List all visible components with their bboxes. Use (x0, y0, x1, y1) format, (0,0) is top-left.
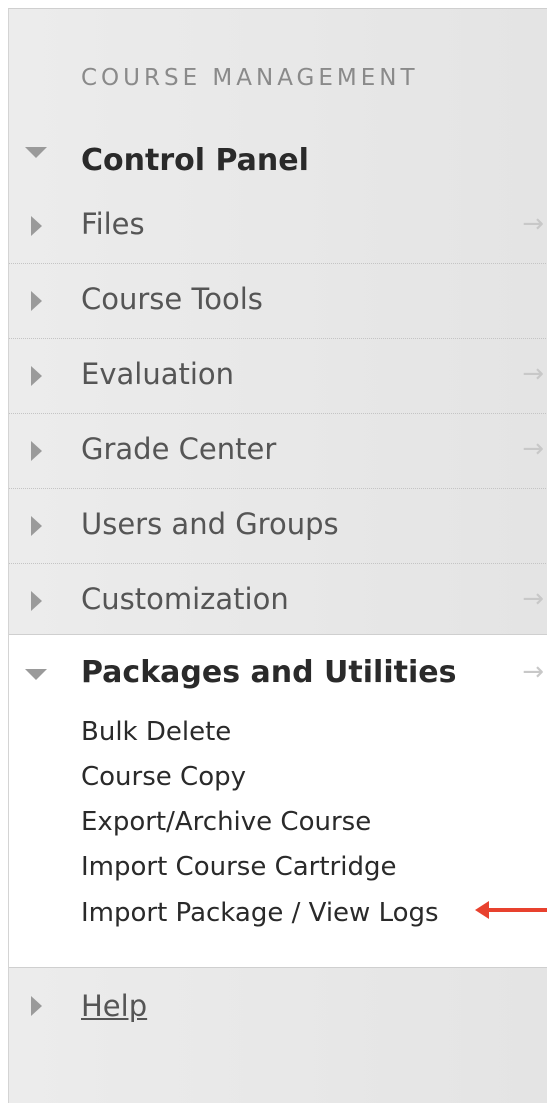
course-management-heading: COURSE MANAGEMENT (81, 65, 419, 91)
red-annotation-arrow-icon (475, 901, 547, 919)
help-link[interactable]: Help (81, 989, 147, 1023)
expand-triangle-icon[interactable] (31, 516, 42, 536)
bulk-delete-link[interactable]: Bulk Delete (81, 717, 231, 747)
menu-item-users-and-groups[interactable]: Users and Groups (9, 489, 547, 564)
course-copy-link[interactable]: Course Copy (81, 762, 246, 792)
menu-item-label: Users and Groups (81, 507, 339, 541)
right-arrow-icon[interactable]: → (522, 434, 544, 464)
expand-triangle-icon[interactable] (31, 996, 42, 1016)
menu-item-evaluation[interactable]: Evaluation → (9, 339, 547, 414)
right-arrow-icon[interactable]: → (522, 209, 544, 239)
expand-triangle-icon[interactable] (31, 366, 42, 386)
menu-item-label: Course Tools (81, 282, 263, 316)
menu-item-label: Grade Center (81, 432, 277, 466)
menu-item-grade-center[interactable]: Grade Center → (9, 414, 547, 489)
expand-triangle-icon[interactable] (31, 216, 42, 236)
right-arrow-icon[interactable]: → (522, 359, 544, 389)
menu-item-label: Evaluation (81, 357, 235, 391)
expand-triangle-icon[interactable] (31, 441, 42, 461)
menu-item-files[interactable]: Files → (9, 189, 547, 264)
right-arrow-icon[interactable]: → (522, 584, 544, 614)
menu-item-label: Customization (81, 582, 289, 616)
control-panel-title[interactable]: Control Panel (81, 143, 309, 178)
packages-and-utilities-title[interactable]: Packages and Utilities (81, 655, 456, 690)
collapse-triangle-icon[interactable] (25, 669, 47, 680)
right-arrow-icon[interactable]: → (522, 657, 544, 687)
menu-item-label: Files (81, 207, 145, 241)
import-package-view-logs-link[interactable]: Import Package / View Logs (81, 898, 439, 928)
expand-triangle-icon[interactable] (31, 591, 42, 611)
menu-item-customization[interactable]: Customization → (9, 564, 547, 639)
menu-item-course-tools[interactable]: Course Tools (9, 264, 547, 339)
expand-triangle-icon[interactable] (31, 291, 42, 311)
course-management-panel: COURSE MANAGEMENT Control Panel Files → … (8, 8, 547, 1103)
collapse-triangle-icon[interactable] (25, 147, 47, 158)
import-course-cartridge-link[interactable]: Import Course Cartridge (81, 852, 396, 882)
packages-and-utilities-section: Packages and Utilities → Bulk Delete Cou… (9, 634, 547, 968)
export-archive-course-link[interactable]: Export/Archive Course (81, 807, 371, 837)
